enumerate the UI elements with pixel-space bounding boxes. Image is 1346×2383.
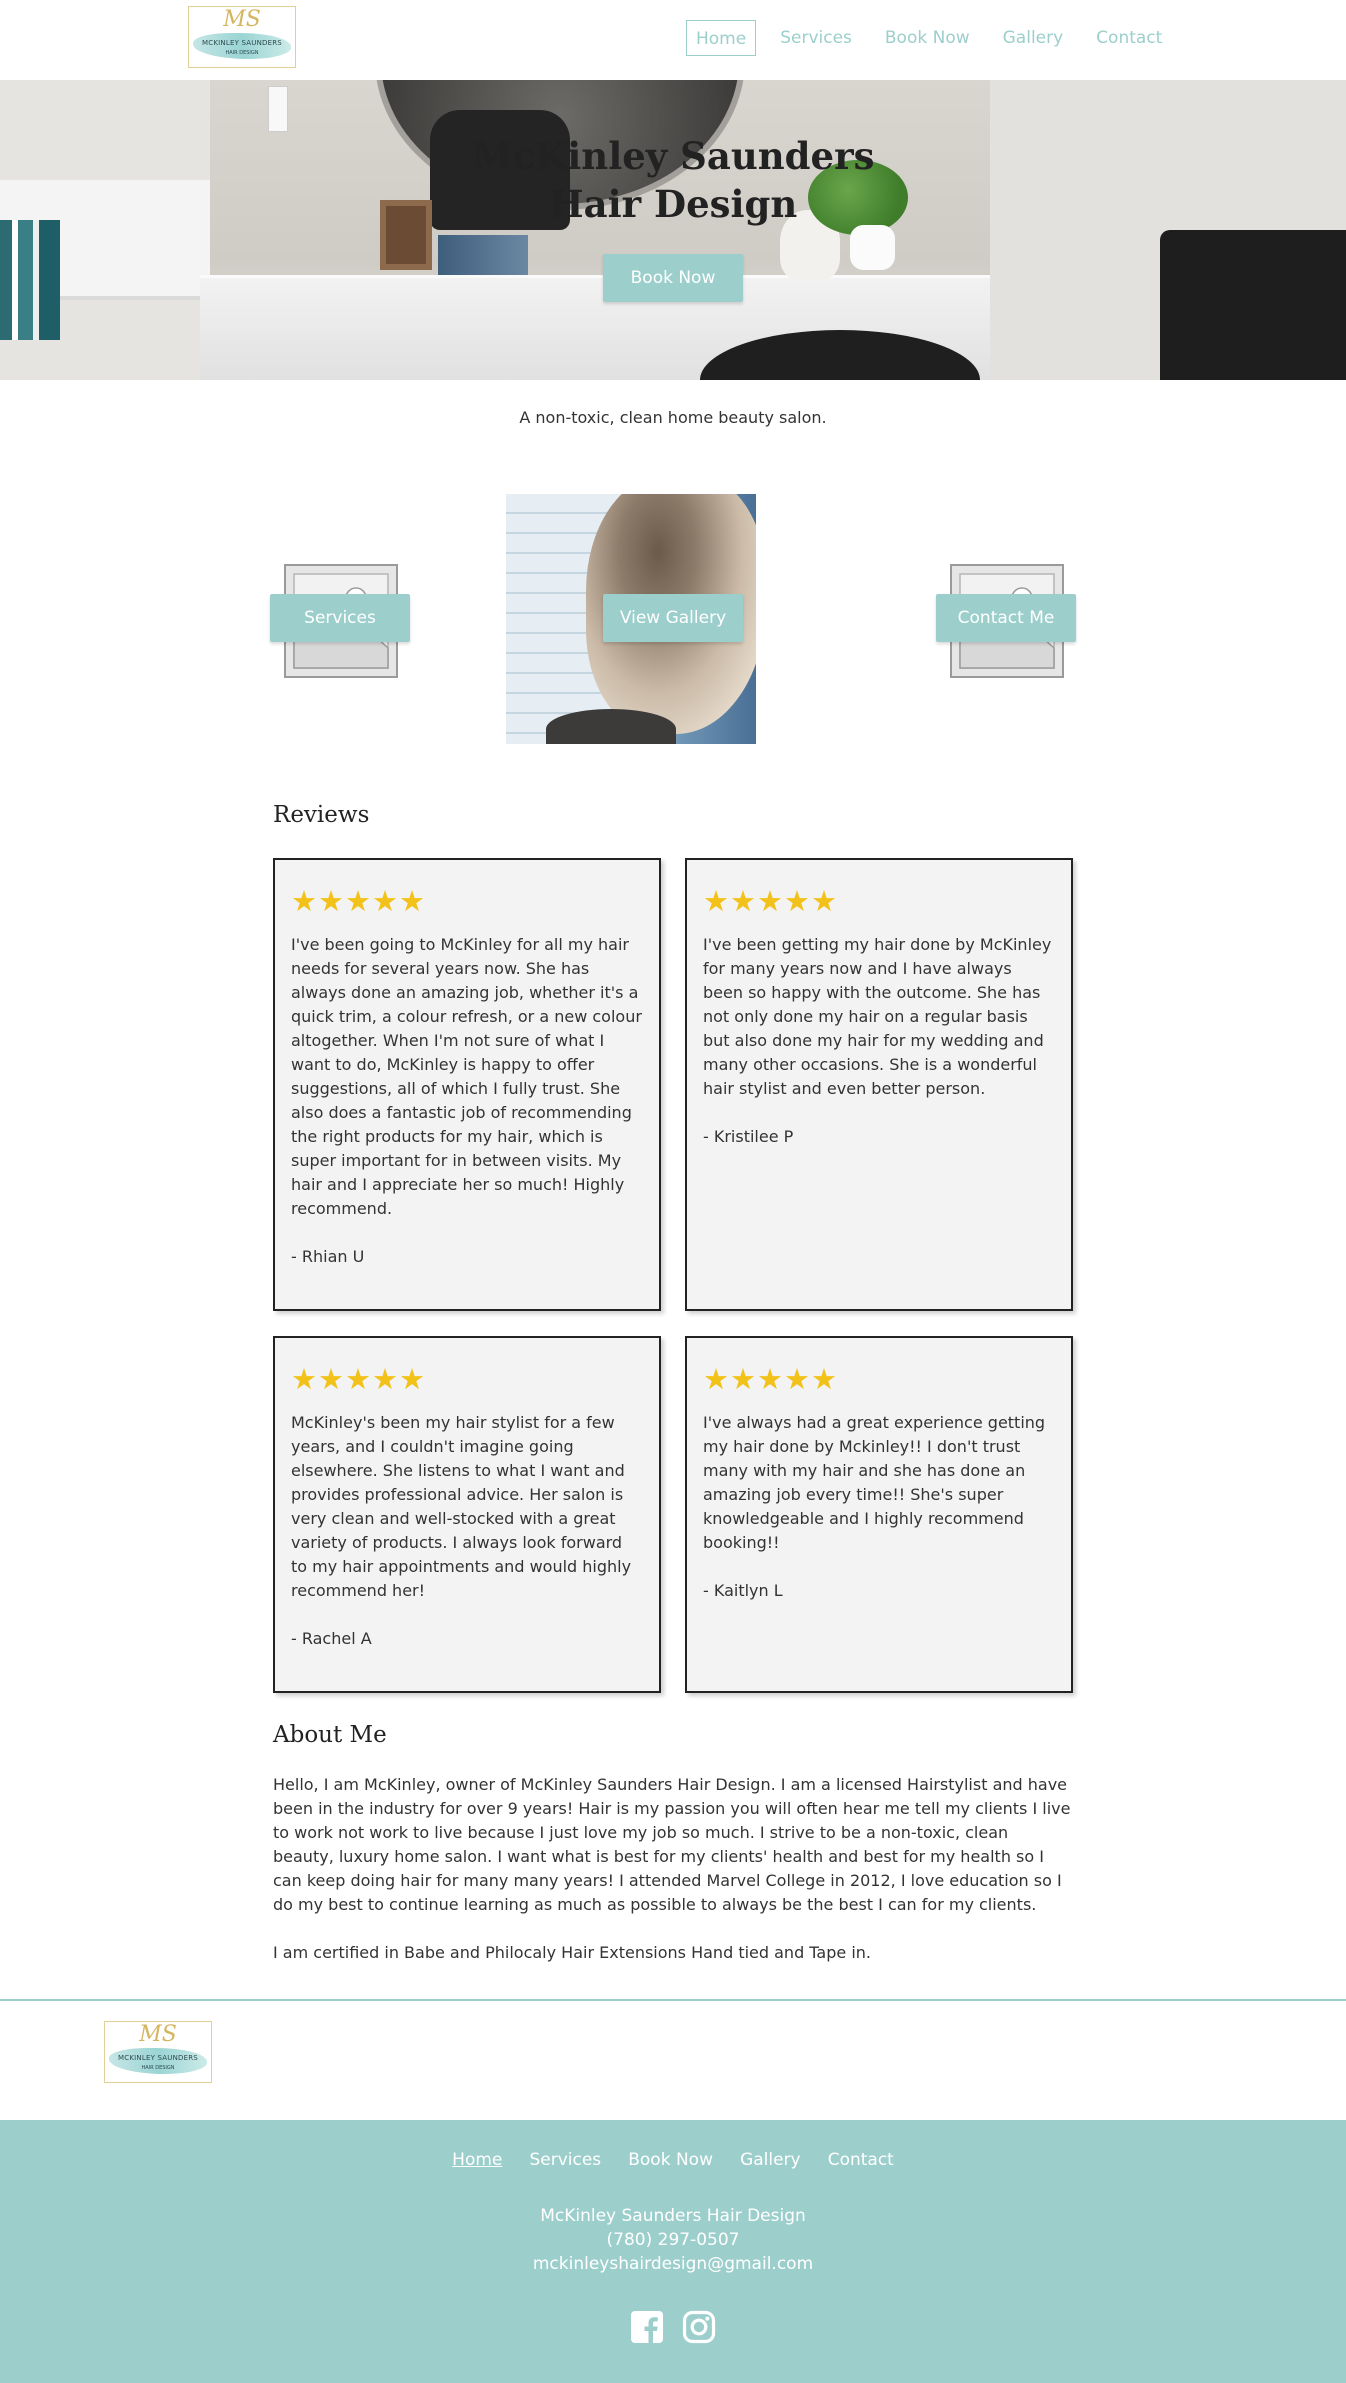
- about-paragraph: Hello, I am McKinley, owner of McKinley …: [273, 1775, 1071, 1914]
- services-button[interactable]: Services: [270, 594, 410, 642]
- social-links: [630, 2310, 716, 2344]
- star-rating: ★★★★★: [703, 1362, 838, 1396]
- star-rating: ★★★★★: [291, 884, 426, 918]
- nav-contact[interactable]: Contact: [1087, 20, 1171, 56]
- site-logo[interactable]: MS MCKINLEY SAUNDERS HAIR DESIGN: [188, 6, 296, 68]
- hero-book: [438, 235, 528, 275]
- hero-outlet: [268, 86, 288, 132]
- review-card: ★★★★★ McKinley's been my hair stylist fo…: [273, 1336, 661, 1693]
- footer-nav-services[interactable]: Services: [529, 2150, 601, 2170]
- review-author: - Rachel A: [291, 1629, 372, 1648]
- site-header: MS MCKINLEY SAUNDERS HAIR DESIGN Home Se…: [0, 0, 1346, 80]
- about-heading: About Me: [273, 1722, 387, 1748]
- hero-title-line2: Hair Design: [548, 182, 798, 226]
- star-rating: ★★★★★: [703, 884, 838, 918]
- site-footer: Home Services Book Now Gallery Contact M…: [0, 2120, 1346, 2383]
- nav-book-now[interactable]: Book Now: [876, 20, 979, 56]
- review-card: ★★★★★ I've been getting my hair done by …: [685, 858, 1073, 1311]
- review-text: McKinley's been my hair stylist for a fe…: [291, 1413, 632, 1600]
- footer-contact-info: McKinley Saunders Hair Design (780) 297-…: [0, 2204, 1346, 2276]
- view-gallery-button[interactable]: View Gallery: [603, 594, 743, 642]
- hero-title-line1: McKinley Saunders: [471, 134, 875, 178]
- logo-name: MCKINLEY SAUNDERS: [118, 2054, 198, 2062]
- tagline: A non-toxic, clean home beauty salon.: [519, 408, 827, 427]
- review-card: ★★★★★ I've been going to McKinley for al…: [273, 858, 661, 1311]
- hero-trolley: [1160, 230, 1346, 380]
- review-text: I've always had a great experience getti…: [703, 1413, 1046, 1552]
- hero-book-now-button[interactable]: Book Now: [603, 254, 743, 302]
- review-text: I've been getting my hair done by McKinl…: [703, 935, 1052, 1098]
- contact-me-button[interactable]: Contact Me: [936, 594, 1076, 642]
- nav-gallery[interactable]: Gallery: [994, 20, 1073, 56]
- footer-nav-gallery[interactable]: Gallery: [740, 2150, 801, 2170]
- about-paragraph: I am certified in Babe and Philocaly Hai…: [273, 1943, 871, 1962]
- instagram-icon[interactable]: [682, 2310, 716, 2344]
- hero-title: McKinley Saunders Hair Design: [0, 132, 1346, 228]
- hero-banner: [0, 80, 1346, 380]
- footer-phone[interactable]: (780) 297-0507: [0, 2228, 1346, 2252]
- footer-logo[interactable]: MS MCKINLEY SAUNDERS HAIR DESIGN: [104, 2021, 212, 2083]
- nav-services[interactable]: Services: [771, 20, 861, 56]
- logo-name: MCKINLEY SAUNDERS: [202, 39, 282, 47]
- reviews-heading: Reviews: [273, 802, 370, 828]
- logo-monogram: MS: [139, 2022, 177, 2047]
- logo-monogram: MS: [223, 7, 261, 32]
- star-rating: ★★★★★: [291, 1362, 426, 1396]
- nav-home[interactable]: Home: [686, 20, 757, 56]
- logo-subtitle: HAIR DESIGN: [225, 50, 259, 56]
- footer-nav-book-now[interactable]: Book Now: [628, 2150, 713, 2170]
- footer-nav-home[interactable]: Home: [452, 2150, 502, 2170]
- about-section: Hello, I am McKinley, owner of McKinley …: [273, 1773, 1073, 1965]
- review-text: I've been going to McKinley for all my h…: [291, 935, 642, 1218]
- facebook-icon[interactable]: [630, 2310, 664, 2344]
- footer-logo-bar: MS MCKINLEY SAUNDERS HAIR DESIGN: [0, 1999, 1346, 2120]
- review-card: ★★★★★ I've always had a great experience…: [685, 1336, 1073, 1693]
- footer-email[interactable]: mckinleyshairdesign@gmail.com: [0, 2252, 1346, 2276]
- logo-subtitle: HAIR DESIGN: [141, 2065, 175, 2071]
- review-author: - Kaitlyn L: [703, 1581, 783, 1600]
- footer-nav: Home Services Book Now Gallery Contact: [0, 2150, 1346, 2170]
- review-author: - Kristilee P: [703, 1127, 794, 1146]
- hero-pot: [850, 225, 895, 270]
- hero-bottles: [0, 220, 60, 340]
- photo-shoulder: [546, 709, 676, 744]
- footer-nav-contact[interactable]: Contact: [828, 2150, 894, 2170]
- footer-business-name: McKinley Saunders Hair Design: [540, 2206, 806, 2226]
- main-nav: Home Services Book Now Gallery Contact: [686, 20, 1186, 56]
- review-author: - Rhian U: [291, 1247, 365, 1266]
